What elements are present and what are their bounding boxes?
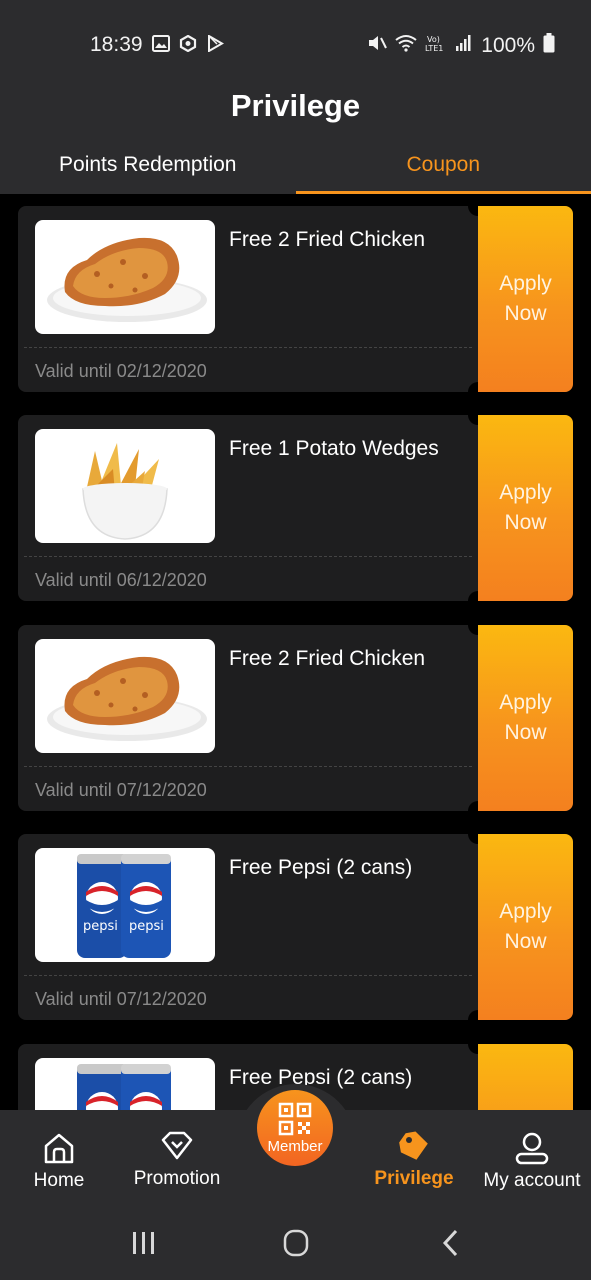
coupon-title: Free Pepsi (2 cans) <box>229 856 413 879</box>
nav-my-account-label: My account <box>483 1170 581 1191</box>
back-chevron-icon <box>442 1229 458 1257</box>
page-title: Privilege <box>230 88 361 123</box>
coupon-body: Free 2 Fried Chicken Valid until 02/12/2… <box>18 206 478 392</box>
status-time: 18:39 <box>90 33 143 56</box>
apply-now-button[interactable]: Apply Now <box>478 625 573 811</box>
tag-icon <box>399 1131 428 1160</box>
nav-privilege-label: Privilege <box>374 1168 454 1189</box>
coupon-title: Free 2 Fried Chicken <box>229 647 426 670</box>
app-icon <box>179 34 197 53</box>
diamond-icon <box>161 1131 193 1160</box>
coupon-divider <box>24 766 472 767</box>
tab-bar: Points Redemption Coupon <box>0 142 591 194</box>
coupon-body: Free 2 Fried Chicken Valid until 07/12/2… <box>18 625 478 811</box>
apply-now-button[interactable]: Apply Now <box>478 834 573 1020</box>
mute-icon <box>367 34 388 58</box>
coupon-validity: Valid until 07/12/2020 <box>35 780 207 800</box>
coupon-card[interactable]: Free 2 Fried Chicken Valid until 07/12/2… <box>18 615 573 821</box>
coupon-title: Free Pepsi (2 cans) <box>229 1066 413 1089</box>
coupon-validity: Valid until 07/12/2020 <box>35 989 207 1009</box>
status-right: Vo) LTE1 100% <box>367 33 555 59</box>
home-system-button[interactable] <box>276 1228 316 1258</box>
recent-apps-button[interactable] <box>124 1228 164 1258</box>
gallery-icon <box>152 35 170 52</box>
coupon-validity: Valid until 06/12/2020 <box>35 570 207 590</box>
lte-icon: Vo) LTE1 <box>425 34 447 58</box>
tab-coupon[interactable]: Coupon <box>295 142 591 194</box>
coupon-divider <box>24 975 472 976</box>
pepsi-cans-image <box>35 1058 215 1110</box>
svg-text:LTE1: LTE1 <box>425 44 443 52</box>
notification-icons <box>152 34 225 53</box>
coupon-body: Free Pepsi (2 cans) <box>18 1044 478 1110</box>
member-label: Member <box>267 1137 323 1155</box>
pepsi-cans-image: pepsi pepsi <box>35 848 215 962</box>
apply-now-label: Apply Now <box>499 481 552 534</box>
wifi-icon <box>395 34 417 58</box>
nav-home-label: Home <box>33 1170 85 1191</box>
coupon-body: Free 1 Potato Wedges Valid until 06/12/2… <box>18 415 478 601</box>
nav-home[interactable]: Home <box>0 1110 118 1206</box>
tab-points-redemption[interactable]: Points Redemption <box>0 142 296 194</box>
coupon-divider <box>24 347 472 348</box>
coupon-title: Free 1 Potato Wedges <box>229 437 439 460</box>
coupon-list[interactable]: Free 2 Fried Chicken Valid until 02/12/2… <box>0 194 591 1110</box>
coupon-divider <box>24 556 472 557</box>
svg-text:Vo): Vo) <box>427 35 440 44</box>
apply-now-label: Apply Now <box>499 272 552 325</box>
back-button[interactable] <box>430 1228 470 1258</box>
coupon-body: pepsi pepsi Free Pepsi (2 cans) Valid un… <box>18 834 478 1020</box>
nav-promotion[interactable]: Promotion <box>118 1110 236 1206</box>
pepsi-brand-text: pepsi <box>83 919 118 934</box>
signal-icon <box>455 34 473 58</box>
app-header: Privilege Points Redemption Coupon <box>0 80 591 194</box>
coupon-title: Free 2 Fried Chicken <box>229 228 426 251</box>
apply-now-button[interactable]: Apply Now <box>478 415 573 601</box>
battery-icon <box>543 33 555 59</box>
apply-now-button[interactable] <box>478 1044 573 1110</box>
fried-chicken-image <box>35 220 215 334</box>
potato-wedges-image <box>35 429 215 543</box>
nav-my-account[interactable]: My account <box>473 1110 591 1206</box>
apply-now-label: Apply Now <box>499 691 552 744</box>
home-circle-icon <box>283 1229 309 1257</box>
qr-code-icon <box>278 1102 312 1135</box>
battery-percent: 100% <box>481 34 535 57</box>
recent-apps-icon <box>133 1232 154 1254</box>
apply-now-label: Apply Now <box>499 900 552 953</box>
home-icon <box>44 1133 74 1164</box>
system-nav-bar <box>0 1206 591 1280</box>
play-store-icon <box>206 34 225 53</box>
nav-privilege[interactable]: Privilege <box>355 1110 473 1206</box>
apply-now-button[interactable]: Apply Now <box>478 206 573 392</box>
coupon-card[interactable]: Free 2 Fried Chicken Valid until 02/12/2… <box>18 196 573 402</box>
coupon-card[interactable]: pepsi pepsi Free Pepsi (2 cans) Valid un… <box>18 824 573 1030</box>
pepsi-brand-text: pepsi <box>129 919 164 934</box>
nav-promotion-label: Promotion <box>133 1168 221 1189</box>
fried-chicken-image <box>35 639 215 753</box>
user-icon <box>515 1132 549 1165</box>
member-button[interactable]: Member <box>257 1090 333 1166</box>
coupon-card[interactable]: Free 1 Potato Wedges Valid until 06/12/2… <box>18 405 573 611</box>
coupon-validity: Valid until 02/12/2020 <box>35 361 207 381</box>
status-bar: 18:39 Vo) LTE1 100% <box>0 0 591 80</box>
